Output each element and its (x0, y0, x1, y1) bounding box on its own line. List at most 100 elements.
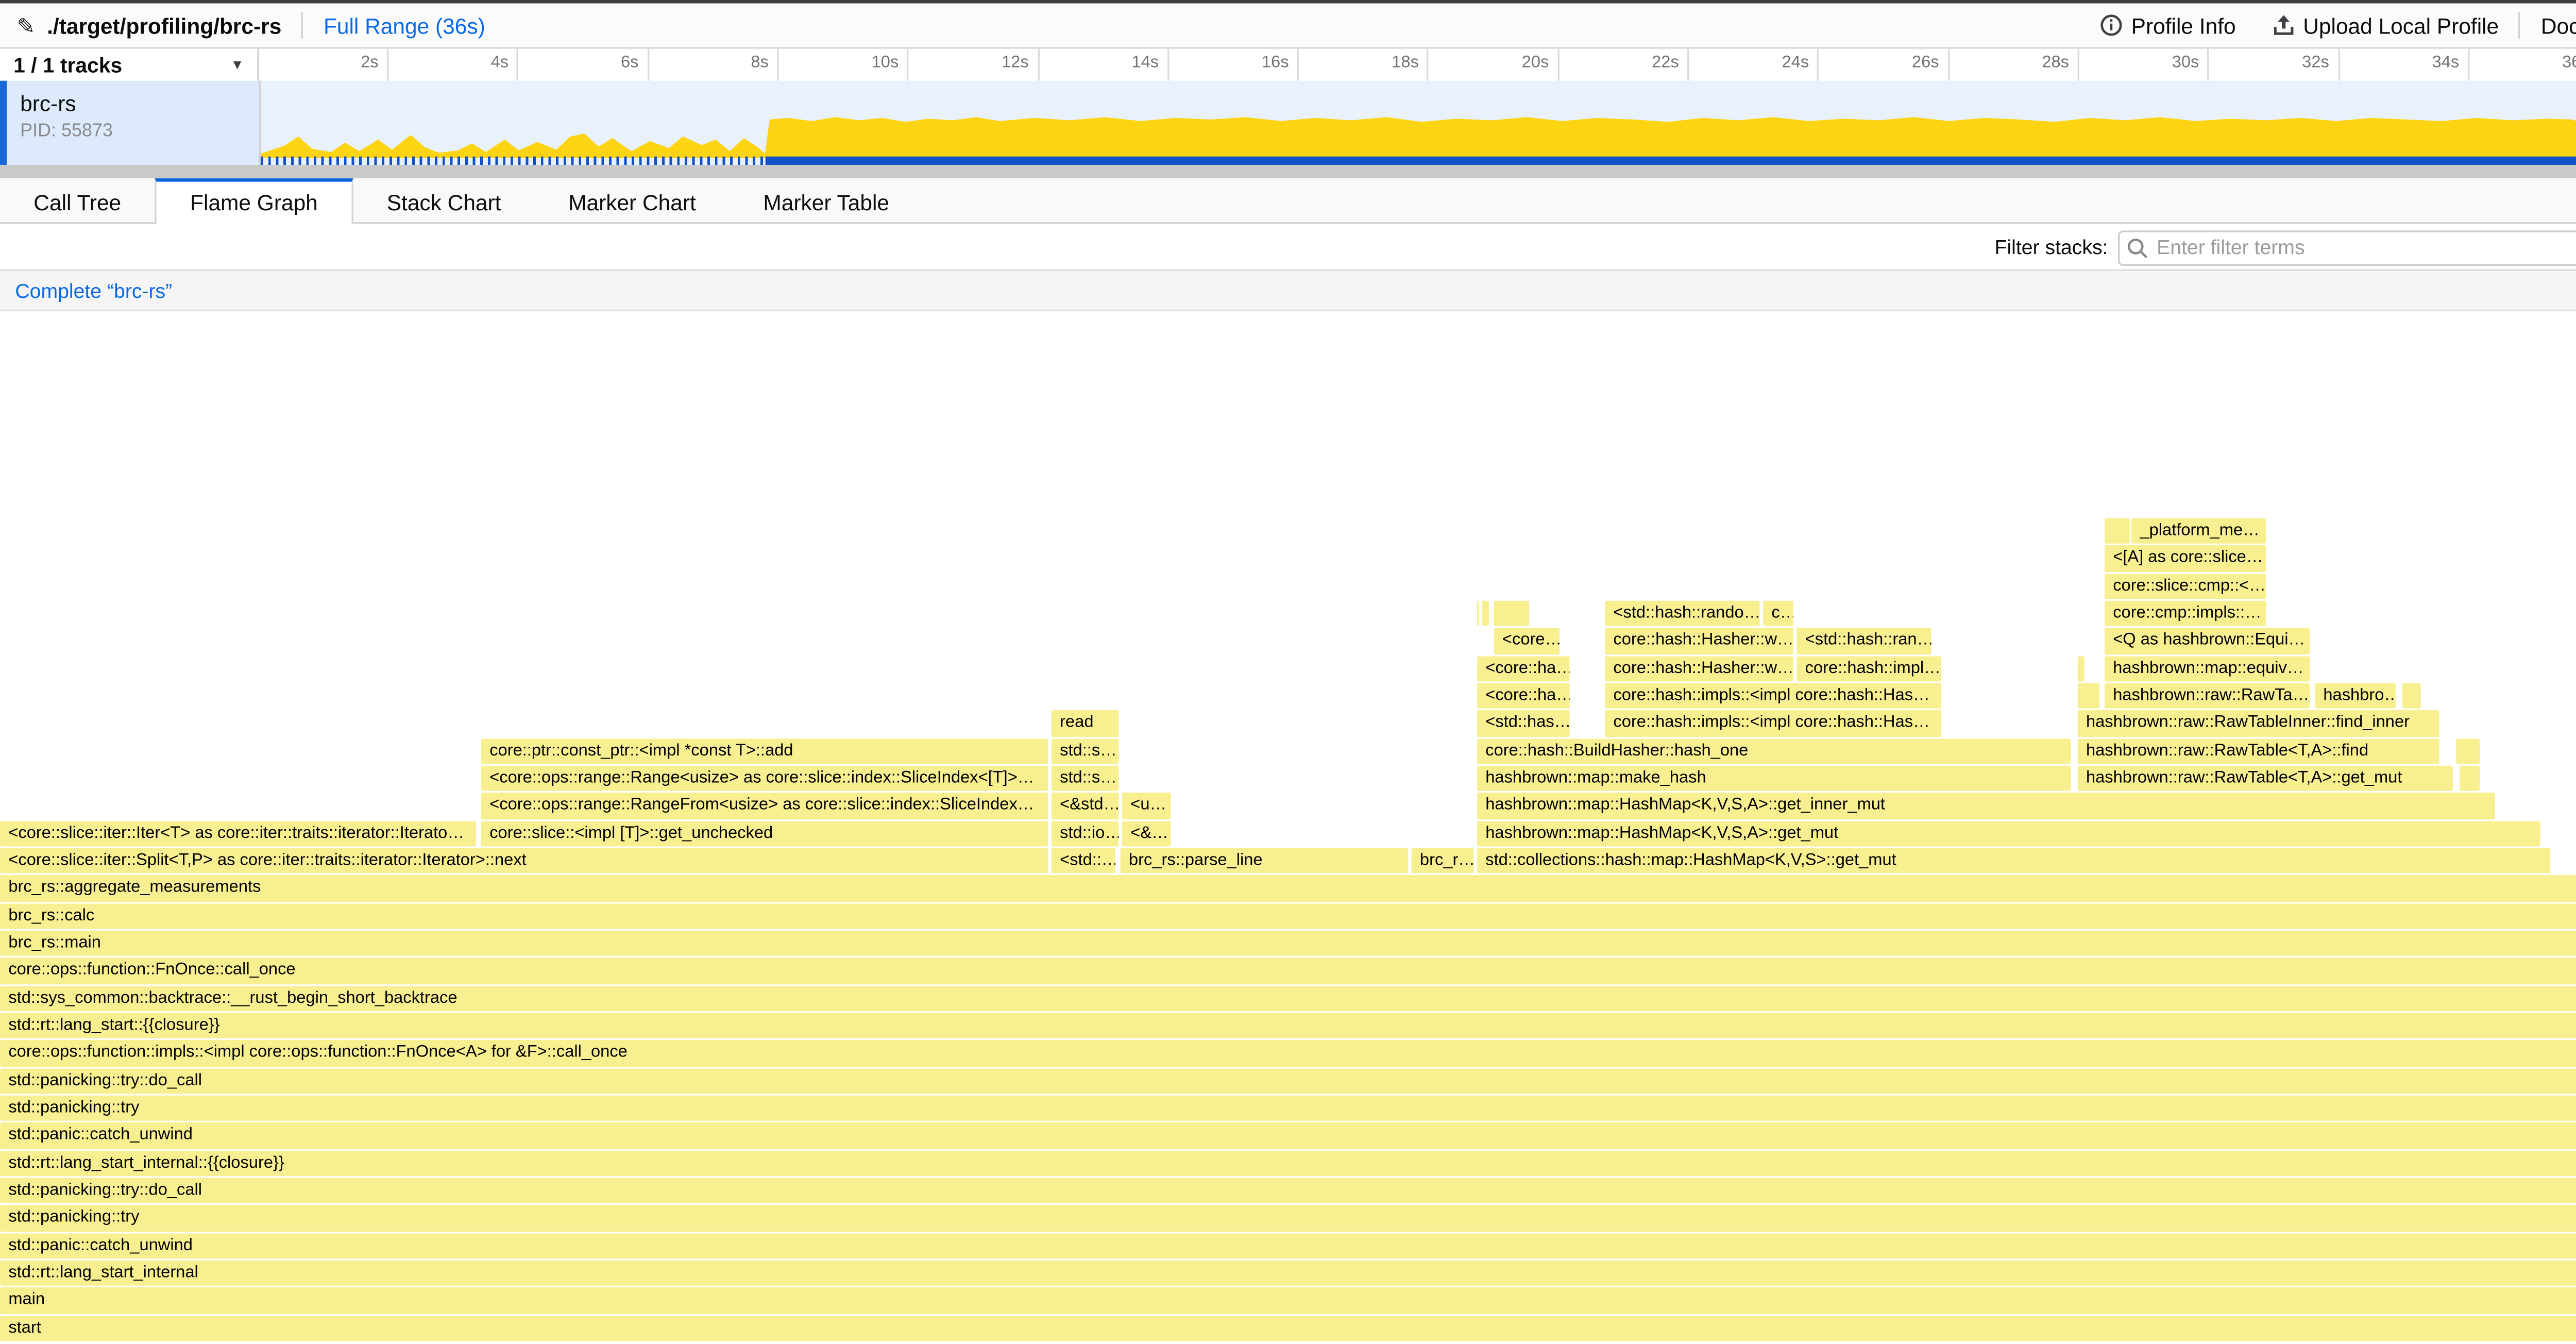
flame-box[interactable]: core::ops::function::FnOnce::call_once (0, 957, 2576, 984)
cpu-activity-graph[interactable] (261, 80, 2576, 165)
ruler-tick-line (1167, 48, 1169, 81)
ruler-tick-label: 16s (1261, 54, 1289, 73)
flame-box[interactable] (1494, 600, 1530, 627)
timeline-ruler[interactable]: 2s 4s 6s 8s 10s 12s 14s 16s 18s 20s 22s 24s 26s 28s 30… (261, 48, 2576, 81)
flame-box[interactable] (2459, 765, 2480, 792)
flame-box[interactable]: core::hash::impls::<impl core::hash::Has… (1605, 683, 1942, 709)
flame-box[interactable]: hashbrown::raw::RawTableInner::find_inne… (2077, 710, 2439, 736)
flame-box[interactable] (2077, 656, 2084, 682)
tab-flame-graph[interactable]: Flame Graph (155, 178, 353, 224)
tab-marker-table[interactable]: Marker Table (730, 178, 923, 222)
flame-box[interactable]: <core::ha… (1477, 656, 1570, 682)
flame-box[interactable]: <u… (1122, 793, 1171, 819)
flame-box[interactable]: std::panicking::try (0, 1095, 2576, 1121)
flame-box[interactable]: <core… (1494, 628, 1560, 654)
upload-profile-button[interactable]: Upload Local Profile (2273, 12, 2499, 38)
flame-box[interactable]: std::collections::hash::map::HashMap<K,V… (1477, 848, 2551, 874)
flame-box[interactable]: std::s… (1051, 765, 1119, 792)
flame-box[interactable]: std::panicking::try (0, 1205, 2576, 1231)
flame-box[interactable]: read (1051, 710, 1119, 736)
flame-box[interactable]: brc_rs::calc (0, 903, 2576, 929)
breadcrumb-complete-range[interactable]: Complete “brc-rs” (15, 278, 172, 302)
docs-button[interactable]: Docs (2541, 12, 2576, 38)
flame-box[interactable]: <std::… (1051, 848, 1115, 874)
flame-box[interactable]: core::cmp::impls::… (2104, 600, 2266, 627)
tabs: Call Tree Flame Graph Stack Chart Marker Ch… (0, 178, 923, 224)
flame-box[interactable]: <[A] as core::slice… (2104, 546, 2266, 572)
flame-box[interactable]: brc_rs::main (0, 930, 2576, 956)
flame-box[interactable]: core::slice::cmp::<… (2104, 573, 2266, 599)
flame-box[interactable]: <core::ops::range::Range<usize> as core:… (481, 765, 1048, 792)
flame-box[interactable]: std::io… (1051, 820, 1119, 847)
flame-box[interactable]: core::slice::<impl [T]>::get_unchecked (481, 820, 1048, 847)
flame-box[interactable]: std::rt::lang_start_internal::{{closure}… (0, 1150, 2576, 1177)
flame-box[interactable] (2104, 518, 2130, 544)
flame-box[interactable]: <&std… (1051, 793, 1119, 819)
track-row-brc-rs[interactable]: brc-rs PID: 55873 (0, 80, 2576, 165)
flame-box[interactable]: std::rt::lang_start::{{closure}} (0, 1013, 2576, 1039)
flame-box[interactable]: std::panic::catch_unwind (0, 1122, 2576, 1149)
flame-box[interactable]: std::sys_common::backtrace::__rust_begin… (0, 985, 2576, 1012)
flame-box[interactable]: std::panic::catch_unwind (0, 1233, 2576, 1259)
flame-box[interactable]: c… (1763, 600, 1793, 627)
timeline-bottom-strip (0, 165, 2576, 179)
ruler-tick-line (777, 48, 779, 81)
flame-box[interactable]: hashbrown::raw::RawTa… (2104, 683, 2310, 709)
flame-box[interactable] (2077, 683, 2100, 709)
flame-box[interactable]: <core::ha… (1477, 683, 1570, 709)
flame-box[interactable]: std::panicking::try::do_call (0, 1068, 2576, 1094)
flame-box[interactable]: brc_r… (1411, 848, 1474, 874)
flame-box[interactable]: hashbrown::map::HashMap<K,V,S,A>::get_mu… (1477, 820, 2540, 847)
tracks-dropdown[interactable]: 1 / 1 tracks ▼ (0, 48, 259, 81)
filter-stacks-input[interactable] (2118, 229, 2576, 265)
ruler-tick-label: 28s (2042, 54, 2069, 73)
flame-box[interactable] (1477, 600, 1479, 627)
pencil-icon[interactable]: ✎ (17, 14, 36, 36)
flame-box[interactable]: hashbrown::map::equiv… (2104, 656, 2310, 682)
flame-box[interactable]: std::s… (1051, 738, 1119, 764)
flame-box[interactable]: <core::ops::range::RangeFrom<usize> as c… (481, 793, 1048, 819)
flame-box[interactable]: core::hash::impl… (1797, 656, 1942, 682)
tab-stack-chart[interactable]: Stack Chart (353, 178, 534, 222)
breadcrumb: Complete “brc-rs” (0, 269, 2576, 312)
ruler-tick-line (2077, 48, 2079, 81)
flame-box[interactable]: brc_rs::aggregate_measurements (0, 875, 2576, 901)
flame-box[interactable]: core::hash::BuildHasher::hash_one (1477, 738, 2071, 764)
full-range-button[interactable]: Full Range (36s) (324, 12, 485, 38)
flame-box[interactable]: start (0, 1315, 2576, 1341)
flame-box[interactable]: core::ptr::const_ptr::<impl *const T>::a… (481, 738, 1048, 764)
flame-box[interactable]: <core::slice::iter::Iter<T> as core::ite… (0, 820, 477, 847)
flame-box[interactable]: hashbrown::map::make_hash (1477, 765, 2071, 792)
flame-box[interactable]: hashbrown::raw::RawTable<T,A>::find (2077, 738, 2439, 764)
flame-box[interactable]: core::ops::function::impls::<impl core::… (0, 1040, 2576, 1066)
flame-box[interactable] (1482, 600, 1489, 627)
flame-box[interactable]: _platform_me… (2131, 518, 2266, 544)
flame-box[interactable]: std::panicking::try::do_call (0, 1178, 2576, 1204)
flame-box[interactable]: <std::hash::ran… (1797, 628, 1931, 654)
search-icon (2127, 238, 2148, 258)
flame-box[interactable]: <&… (1122, 820, 1171, 847)
track-label-panel[interactable]: brc-rs PID: 55873 (0, 80, 261, 165)
flame-box[interactable] (2456, 738, 2480, 764)
flame-box[interactable]: <core::slice::iter::Split<T,P> as core::… (0, 848, 1048, 874)
flame-box[interactable]: hashbrown::map::HashMap<K,V,S,A>::get_in… (1477, 793, 2495, 819)
flame-box[interactable]: std::rt::lang_start_internal (0, 1260, 2576, 1286)
flame-box[interactable]: <Q as hashbrown::Equi… (2104, 628, 2310, 654)
flame-box[interactable]: <std::hash::rando… (1605, 600, 1760, 627)
flame-box[interactable]: brc_rs::parse_line (1120, 848, 1409, 874)
profile-info-button[interactable]: Profile Info (2099, 12, 2236, 38)
flame-box[interactable]: <std::has… (1477, 710, 1570, 736)
tab-marker-chart[interactable]: Marker Chart (535, 178, 730, 222)
flame-box[interactable]: hashbrown::raw::RawTable<T,A>::get_mut (2077, 765, 2453, 792)
flame-box[interactable]: core::hash::Hasher::w… (1605, 628, 1793, 654)
flame-box[interactable]: core::hash::Hasher::w… (1605, 656, 1793, 682)
ruler-tick-label: 34s (2432, 54, 2460, 73)
flame-box[interactable]: main (0, 1287, 2576, 1314)
flame-box[interactable]: core::hash::impls::<impl core::hash::Has… (1605, 710, 1942, 736)
flame-graph[interactable]: _platform_me… <[A] as core::slice… core::s… (0, 313, 2576, 1344)
flame-box[interactable] (2402, 683, 2421, 709)
tab-call-tree[interactable]: Call Tree (0, 178, 155, 222)
ruler-tick-line (2337, 48, 2340, 81)
flame-box[interactable]: hashbro… (2315, 683, 2396, 709)
profiler-window: ✎ ./target/profiling/brc-rs Full Range (… (0, 0, 2576, 1344)
